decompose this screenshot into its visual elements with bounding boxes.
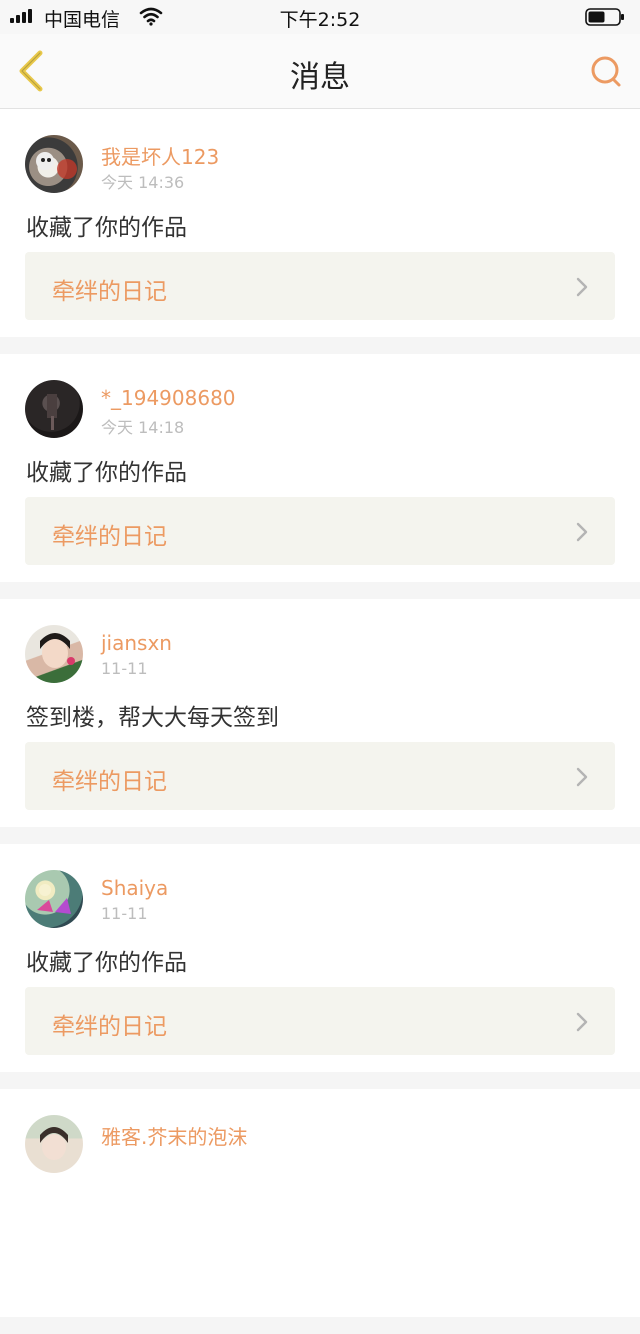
- avatar[interactable]: [25, 870, 83, 928]
- work-link[interactable]: 牵绊的日记: [25, 497, 615, 565]
- message-text: 收藏了你的作品: [26, 460, 187, 486]
- chevron-right-icon: [576, 277, 588, 297]
- work-link[interactable]: 牵绊的日记: [25, 742, 615, 810]
- search-icon[interactable]: [586, 54, 626, 90]
- page-title: 消息: [290, 60, 350, 95]
- work-title: 牵绊的日记: [52, 769, 167, 795]
- message-text: 收藏了你的作品: [26, 215, 187, 241]
- work-title: 牵绊的日记: [52, 1014, 167, 1040]
- chevron-right-icon: [576, 767, 588, 787]
- username[interactable]: *_194908680: [101, 386, 236, 410]
- message-card: jiansxn 11-11 签到楼，帮大大每天签到 牵绊的日记: [0, 599, 640, 827]
- message-text: 签到楼，帮大大每天签到: [26, 705, 279, 731]
- avatar[interactable]: [25, 625, 83, 683]
- username[interactable]: jiansxn: [101, 631, 172, 655]
- username[interactable]: 我是坏人123: [101, 141, 219, 170]
- timestamp: 11-11: [101, 904, 148, 923]
- work-link[interactable]: 牵绊的日记: [25, 252, 615, 320]
- message-text: 收藏了你的作品: [26, 950, 187, 976]
- message-card: 雅客.芥末的泡沫: [0, 1089, 640, 1317]
- avatar[interactable]: [25, 1115, 83, 1173]
- avatar[interactable]: [25, 135, 83, 193]
- work-title: 牵绊的日记: [52, 279, 167, 305]
- timestamp: 今天 14:18: [101, 418, 185, 437]
- chevron-right-icon: [576, 1012, 588, 1032]
- username[interactable]: Shaiya: [101, 876, 168, 900]
- work-title: 牵绊的日记: [52, 524, 167, 550]
- battery-icon: [585, 8, 624, 26]
- status-time: 下午2:52: [279, 9, 361, 31]
- timestamp: 今天 14:36: [101, 173, 185, 192]
- message-card: 我是坏人123 今天 14:36 收藏了你的作品 牵绊的日记: [0, 109, 640, 337]
- avatar[interactable]: [25, 380, 83, 438]
- message-list: 我是坏人123 今天 14:36 收藏了你的作品 牵绊的日记 *_1949086…: [0, 109, 640, 1334]
- nav-bar: 消息: [0, 34, 640, 109]
- timestamp: 11-11: [101, 659, 148, 678]
- work-link[interactable]: 牵绊的日记: [25, 987, 615, 1055]
- status-bar: 中国电信 下午2:52: [0, 0, 640, 34]
- chevron-right-icon: [576, 522, 588, 542]
- message-card: *_194908680 今天 14:18 收藏了你的作品 牵绊的日记: [0, 354, 640, 582]
- message-card: Shaiya 11-11 收藏了你的作品 牵绊的日记: [0, 844, 640, 1072]
- username[interactable]: 雅客.芥末的泡沫: [101, 1121, 247, 1150]
